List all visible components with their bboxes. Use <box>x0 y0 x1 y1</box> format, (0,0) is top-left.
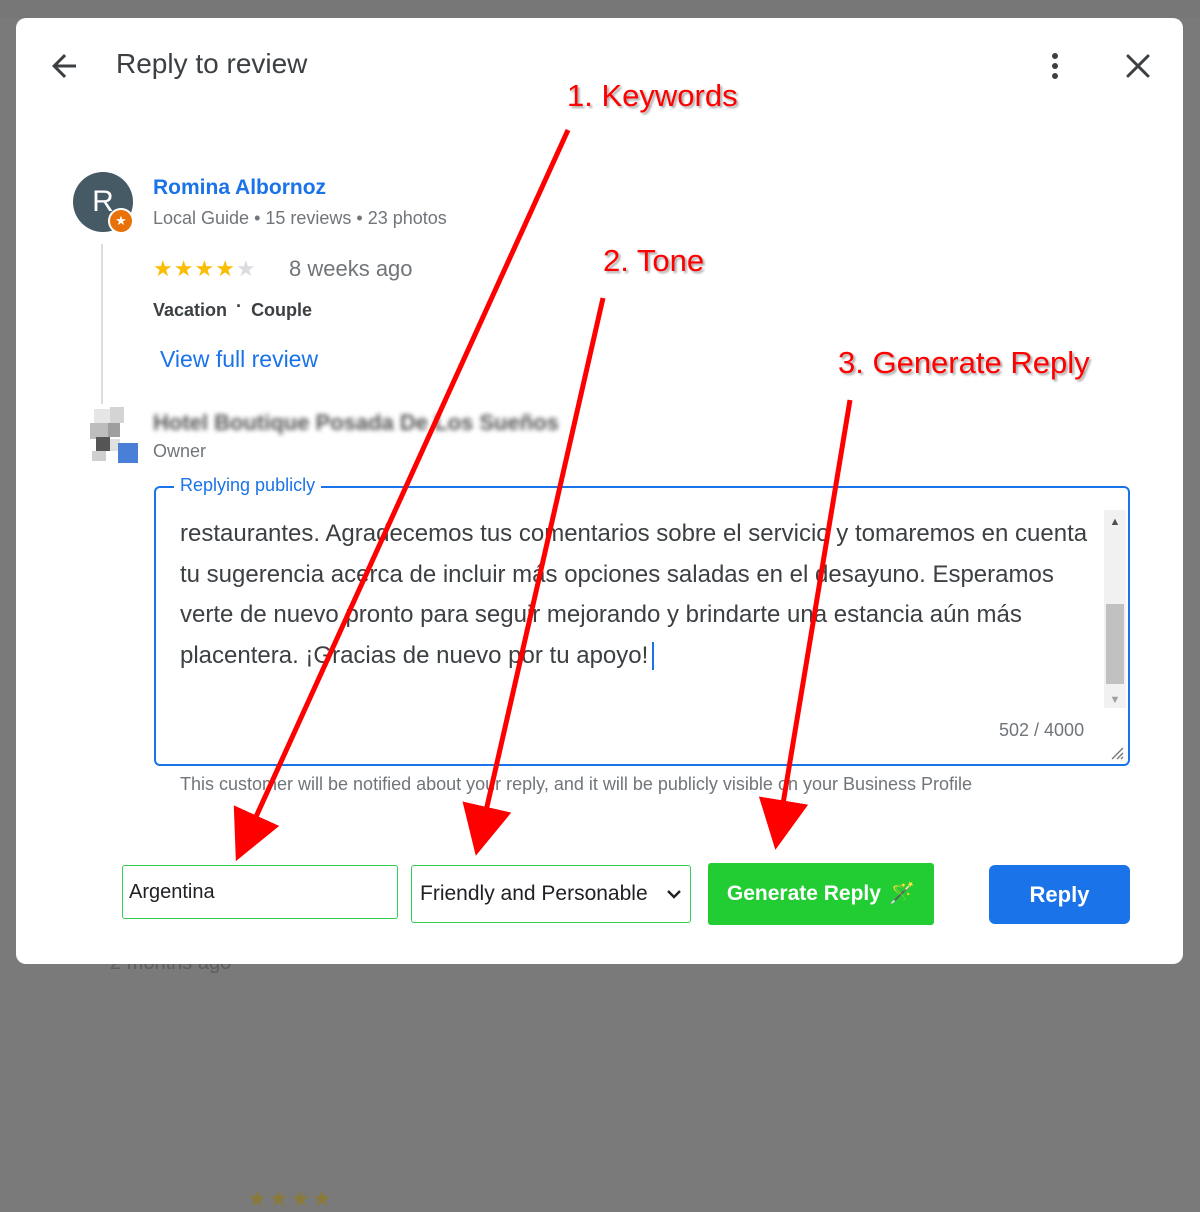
review-date: 8 weeks ago <box>289 256 413 281</box>
generate-reply-label: Generate Reply <box>726 882 881 905</box>
char-count: 502 / 4000 <box>999 720 1085 740</box>
chevron-down-icon <box>666 882 682 906</box>
star-filled-icon: ★ <box>173 256 195 281</box>
notify-notice: This customer will be notified about you… <box>180 774 973 794</box>
tag-separator: · <box>236 296 243 316</box>
reply-text-content: restaurantes. Agradecemos tus comentario… <box>180 520 1088 669</box>
magic-wand-icon: 🪄 <box>888 882 916 905</box>
backdrop-rating: ★★★★ <box>247 1186 334 1211</box>
annotation-generate: 3. Generate Reply <box>838 345 1090 380</box>
keywords-input[interactable]: Argentina <box>122 865 398 919</box>
reply-dialog: Reply to review R ★ Romina Albornoz Loca… <box>16 18 1183 964</box>
resize-grip-icon[interactable] <box>1110 746 1124 760</box>
star-rating: ★★★★★ <box>153 256 257 282</box>
text-caret <box>652 642 655 671</box>
backdrop-top <box>0 0 1200 18</box>
star-filled-icon: ★ <box>215 256 236 281</box>
generate-reply-button[interactable]: Generate Reply 🪄 <box>708 863 934 925</box>
tone-select[interactable]: Friendly and Personable <box>411 865 691 923</box>
tone-selected: Friendly and Personable <box>420 882 648 905</box>
reply-button[interactable]: Reply <box>989 865 1130 924</box>
scroll-thumb[interactable] <box>1106 604 1124 684</box>
reply-scrollbar[interactable]: ▲ ▼ <box>1104 510 1126 708</box>
travel-group: Couple <box>251 300 313 320</box>
annotation-tone: 2. Tone <box>603 243 705 278</box>
close-icon[interactable] <box>1122 50 1154 82</box>
view-full-review-link[interactable]: View full review <box>160 346 318 373</box>
dialog-title: Reply to review <box>116 48 308 79</box>
scroll-down-icon[interactable]: ▼ <box>1104 694 1126 706</box>
owner-name: Hotel Boutique Posada De Los Sueños <box>153 410 559 435</box>
reviewer-meta: Local Guide • 15 reviews • 23 photos <box>153 208 447 228</box>
thread-line <box>101 244 103 404</box>
star-filled-icon: ★ <box>153 256 174 281</box>
arrow-back-icon[interactable] <box>46 48 82 84</box>
local-guide-badge-icon: ★ <box>108 208 134 234</box>
star-filled-icon: ★ <box>194 256 216 281</box>
reply-legend: Replying publicly <box>174 475 322 496</box>
reviewer-name[interactable]: Romina Albornoz <box>153 176 326 200</box>
star-empty-icon: ★ <box>235 256 257 281</box>
reply-text[interactable]: restaurantes. Agradecemos tus comentario… <box>180 514 1090 676</box>
owner-role: Owner <box>153 441 207 461</box>
more-vert-icon[interactable] <box>1042 48 1068 84</box>
trip-type: Vacation <box>153 300 228 320</box>
owner-avatar <box>86 405 138 465</box>
scroll-up-icon[interactable]: ▲ <box>1104 516 1126 528</box>
trip-tags: Vacation · Couple <box>153 296 313 321</box>
annotation-keywords: 1. Keywords <box>567 78 738 113</box>
